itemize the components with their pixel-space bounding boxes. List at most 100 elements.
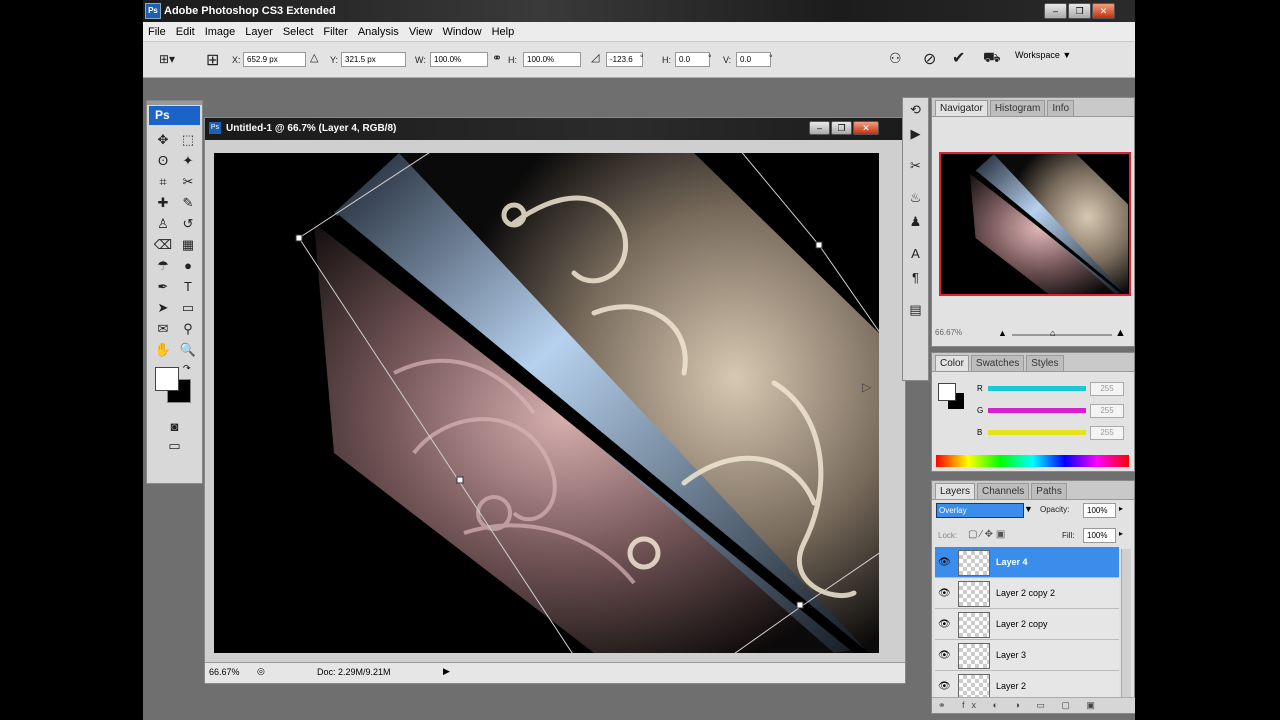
doc-restore-icon[interactable]: ❐ [831,121,852,135]
pen-tool-icon[interactable]: ✒ [151,277,175,296]
visibility-eye-icon[interactable]: 👁 [938,588,951,599]
menu-view[interactable]: View [404,26,438,38]
slice-tool-icon[interactable]: ✂ [176,172,200,191]
lock-icons[interactable]: ▢ ⁄ ✥ ▣ [968,529,1005,540]
tab-layers[interactable]: Layers [935,483,975,499]
lasso-tool-icon[interactable]: ʘ [151,151,175,170]
tab-channels[interactable]: Channels [977,483,1029,499]
paragraph-icon[interactable]: ¶ [903,266,928,290]
gradient-tool-icon[interactable]: ▦ [176,235,200,254]
color-spectrum[interactable] [936,455,1129,467]
layers-scrollbar[interactable] [1121,549,1131,697]
zoom-in-icon[interactable]: ▲ [1115,327,1126,339]
fill-arrow-icon[interactable]: ▸ [1119,529,1123,538]
canvas[interactable] [214,153,879,653]
layer-comps-icon[interactable]: ▤ [903,298,928,322]
zoom-level[interactable]: 66.67% [209,667,240,677]
menu-edit[interactable]: Edit [171,26,200,38]
magic-wand-tool-icon[interactable]: ✦ [176,151,200,170]
visibility-eye-icon[interactable]: 👁 [938,619,951,630]
status-icon[interactable]: ◎ [257,666,265,677]
tab-color[interactable]: Color [935,355,969,371]
status-menu-arrow-icon[interactable]: ▶ [443,666,450,677]
screen-mode-icon[interactable]: ▭ [147,436,202,455]
channel-value-g[interactable]: 255 [1090,404,1124,418]
channel-slider-b[interactable] [988,430,1086,435]
bridge-icon[interactable]: ⛟ [983,49,1001,68]
link-icon[interactable]: ⚭ [492,51,502,65]
actions-icon[interactable]: ▶ [903,122,928,146]
layer-name[interactable]: Layer 2 copy 2 [996,588,1055,598]
zoom-slider[interactable] [1012,334,1112,336]
layer-name[interactable]: Layer 3 [996,650,1026,660]
x-position-field[interactable]: 652.9 px [243,52,306,67]
layer-row[interactable]: 👁Layer 4 [935,547,1119,578]
menu-layer[interactable]: Layer [240,26,278,38]
foreground-color-swatch[interactable] [155,367,179,391]
tab-paths[interactable]: Paths [1031,483,1067,499]
tab-histogram[interactable]: Histogram [990,100,1046,116]
tool-presets-icon[interactable]: ✂ [903,154,928,178]
layer-thumbnail[interactable] [958,612,990,638]
blur-tool-icon[interactable]: ☂ [151,256,175,275]
channel-slider-g[interactable] [988,408,1086,413]
delta-icon[interactable]: △ [310,51,318,64]
layer-row[interactable]: 👁 Layer 2 copy [935,609,1119,640]
layer-thumbnail[interactable] [958,550,990,576]
height-field[interactable]: 100.0% [523,52,581,67]
layer-name[interactable]: Layer 2 [996,681,1026,691]
eraser-tool-icon[interactable]: ⌫ [151,235,175,254]
transform-handle-left[interactable] [457,477,463,483]
layer-row[interactable]: 👁 Layer 2 copy 2 [935,578,1119,609]
marquee-tool-icon[interactable]: ⬚ [176,130,200,149]
opacity-field[interactable]: 100% [1083,503,1116,518]
menu-select[interactable]: Select [278,26,319,38]
opacity-arrow-icon[interactable]: ▸ [1119,504,1123,513]
zoom-out-icon[interactable]: ▲ [998,328,1007,338]
tool-preset-icon[interactable]: ⊞▾ [159,52,175,66]
menu-window[interactable]: Window [437,26,486,38]
tab-styles[interactable]: Styles [1026,355,1063,371]
transform-handle-top-right[interactable] [816,242,822,248]
restore-icon[interactable]: ❐ [1068,3,1091,19]
path-select-tool-icon[interactable]: ➤ [151,298,175,317]
type-tool-icon[interactable]: T [176,277,200,296]
menu-file[interactable]: File [143,26,171,38]
layer-name[interactable]: Layer 2 copy [996,619,1048,629]
crop-tool-icon[interactable]: ⌗ [151,172,175,191]
menu-help[interactable]: Help [487,26,520,38]
menu-filter[interactable]: Filter [318,26,352,38]
blend-mode-arrow-icon[interactable]: ▼ [1024,504,1033,514]
transform-handle-bottom[interactable] [797,602,803,608]
vertical-skew-field[interactable]: 0.0 [736,52,771,67]
reference-point-icon[interactable]: ⊞ [206,50,219,70]
stamp-tool-icon[interactable]: ♙ [151,214,175,233]
close-icon[interactable]: ✕ [1092,3,1115,19]
dodge-tool-icon[interactable]: ● [176,256,200,275]
color-fg-swatch[interactable] [938,383,956,401]
visibility-eye-icon[interactable]: 👁 [938,681,951,692]
character-icon[interactable]: A [903,242,928,266]
doc-close-icon[interactable]: ✕ [853,121,879,135]
visibility-eye-icon[interactable]: 👁 [938,650,951,661]
menu-image[interactable]: Image [200,26,241,38]
navigator-thumbnail[interactable] [939,152,1131,296]
commit-transform-icon[interactable]: ✔ [952,48,965,68]
history-icon[interactable]: ⟲ [903,98,928,122]
transform-handle-top-left[interactable] [296,235,302,241]
zoom-tool-icon[interactable]: 🔍 [176,340,200,359]
blend-mode-select[interactable]: Overlay [936,503,1024,518]
doc-minimize-icon[interactable]: – [809,121,830,135]
brushes-icon[interactable]: ♨ [903,186,928,210]
workspace-button[interactable]: Workspace ▼ [1015,50,1071,60]
cancel-transform-icon[interactable]: ⊘ [923,49,936,69]
quick-mask-icon[interactable]: ◙ [147,417,202,436]
fill-field[interactable]: 100% [1083,528,1116,543]
eyedropper-tool-icon[interactable]: ⚲ [176,319,200,338]
history-brush-tool-icon[interactable]: ↺ [176,214,200,233]
clone-source-icon[interactable]: ♟ [903,210,928,234]
horizontal-skew-field[interactable]: 0.0 [675,52,710,67]
zoom-slider-thumb[interactable]: ⌂ [1050,328,1055,338]
channel-slider-r[interactable] [988,386,1086,391]
minimize-icon[interactable]: – [1044,3,1067,19]
